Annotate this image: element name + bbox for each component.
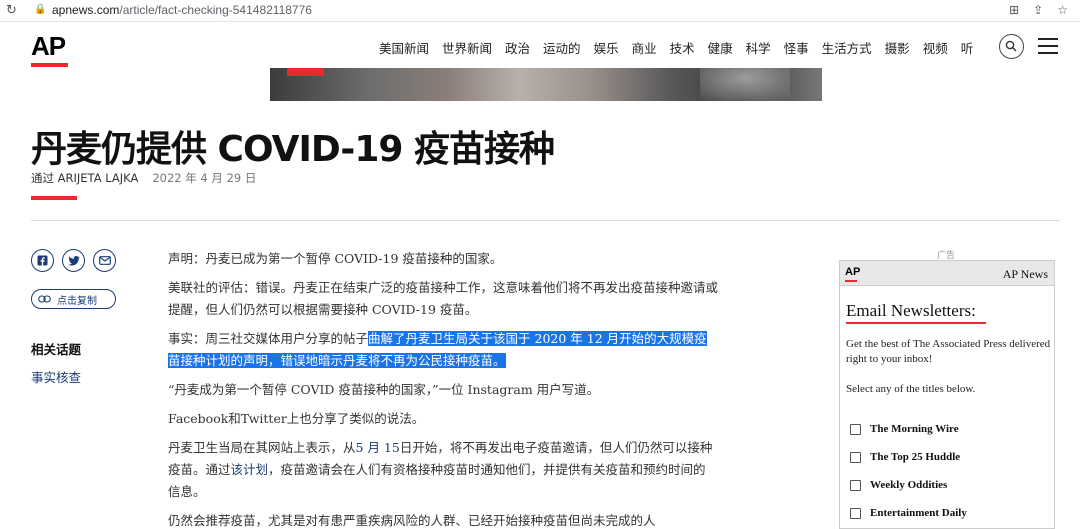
twitter-icon [68,255,80,265]
main-nav: 美国新闻 世界新闻 政治 运动的 娱乐 商业 技术 健康 科学 怪事 生活方式 … [379,38,986,57]
nav-item[interactable]: 怪事 [784,38,809,57]
newsletter-option[interactable]: The Top 25 Huddle [850,443,967,471]
author[interactable]: 通过 ARIJETA LAJKA [31,171,138,185]
email-icon [98,256,111,265]
headline-underline [31,196,77,200]
newsletter-option[interactable]: Entertainment Daily [850,499,967,527]
paragraph: Facebook和Twitter上也分享了类似的说法。 [168,411,425,426]
paragraph: “丹麦成为第一个暂停 COVID 疫苗接种的国家，”一位 Instagram 用… [168,382,600,397]
paragraph: 事实：周三社交媒体用户分享的帖子曲解了丹麦卫生局关于该国于 2020 年 12 … [168,331,707,368]
checkbox[interactable] [850,451,861,463]
nav-item[interactable]: 听 [961,38,974,57]
paragraph: 仍然会推荐疫苗，尤其是对有患严重疾病风险的人群、已经开始接种疫苗但尚未完成的人 [168,513,656,528]
nav-item[interactable]: 科学 [746,38,771,57]
nav-item[interactable]: 生活方式 [822,38,872,57]
nav-item[interactable]: 商业 [632,38,657,57]
share-icon[interactable]: ⇪ [1033,3,1043,17]
facebook-icon [37,255,48,266]
nav-item[interactable]: 视频 [923,38,948,57]
share-buttons [31,249,116,272]
nav-item[interactable]: 美国新闻 [379,38,429,57]
newsletter-ad: AP AP News Email Newsletters: Get the be… [839,260,1055,529]
date-link[interactable]: 5 月 15 [356,440,400,455]
nav-item[interactable]: 政治 [505,38,530,57]
byline: 通过 ARIJETA LAJKA 2022 年 4 月 29 日 [31,170,256,186]
copy-link-button[interactable]: 点击复制 [31,289,116,309]
related-topics-heading: 相关话题 [31,342,82,357]
search-icon [1005,40,1017,52]
ad-brand: AP News [1002,267,1048,281]
article-headline: 丹麦仍提供 COVID-19 疫苗接种 [31,129,555,170]
twitter-share-button[interactable] [62,249,85,272]
nav-item[interactable]: 运动的 [543,38,581,57]
lock-icon[interactable]: 🔒 [34,4,46,15]
search-button[interactable] [999,34,1024,59]
ad-header: AP AP News [840,261,1054,286]
hamburger-menu-icon[interactable] [1038,38,1058,54]
newsletter-list: The Morning Wire The Top 25 Huddle Weekl… [850,415,967,527]
ad-select-prompt: Select any of the titles below. [846,383,976,395]
newsletter-option[interactable]: Weekly Oddities [850,471,967,499]
nav-item[interactable]: 世界新闻 [442,38,492,57]
checkbox[interactable] [850,479,861,491]
nav-item[interactable]: 健康 [708,38,733,57]
publish-date: 2022 年 4 月 29 日 [152,171,257,185]
star-icon[interactable]: ☆ [1057,3,1068,17]
ad-ap-logo: AP [845,266,861,278]
ap-logo[interactable]: AP [31,31,66,62]
paragraph: 丹麦卫生当局在其网站上表示，从5 月 15日开始，将不再发出电子疫苗邀请，但人们… [168,440,713,499]
translate-icon[interactable]: ⊞ [1009,3,1019,17]
program-link[interactable]: 该计划 [231,462,269,477]
email-share-button[interactable] [93,249,116,272]
nav-item[interactable]: 娱乐 [594,38,619,57]
address-bar[interactable]: apnews.com/article/fact-checking-5414821… [52,3,312,17]
ad-description: Get the best of The Associated Press del… [846,338,1051,365]
paragraph: 声明：丹麦已成为第一个暂停 COVID-19 疫苗接种的国家。 [168,251,503,266]
browser-toolbar: ↻ 🔒 apnews.com/article/fact-checking-541… [0,0,1080,22]
logo-underline [31,63,68,67]
divider [31,220,1060,221]
copy-label: 点击复制 [57,295,97,307]
reload-icon[interactable]: ↻ [6,3,17,18]
topic-link[interactable]: 事实核查 [31,367,81,386]
ad-title: Email Newsletters: [846,301,976,320]
hero-image [270,68,822,101]
nav-item[interactable]: 摄影 [885,38,910,57]
checkbox[interactable] [850,507,861,519]
article-body: 声明：丹麦已成为第一个暂停 COVID-19 疫苗接种的国家。 美联社的评估：错… [168,248,718,529]
link-icon [38,295,51,303]
paragraph: 美联社的评估：错误。丹麦正在结束广泛的疫苗接种工作，这意味着他们将不再发出疫苗接… [168,280,719,317]
newsletter-option[interactable]: The Morning Wire [850,415,967,443]
checkbox[interactable] [850,423,861,435]
nav-item[interactable]: 技术 [670,38,695,57]
facebook-share-button[interactable] [31,249,54,272]
